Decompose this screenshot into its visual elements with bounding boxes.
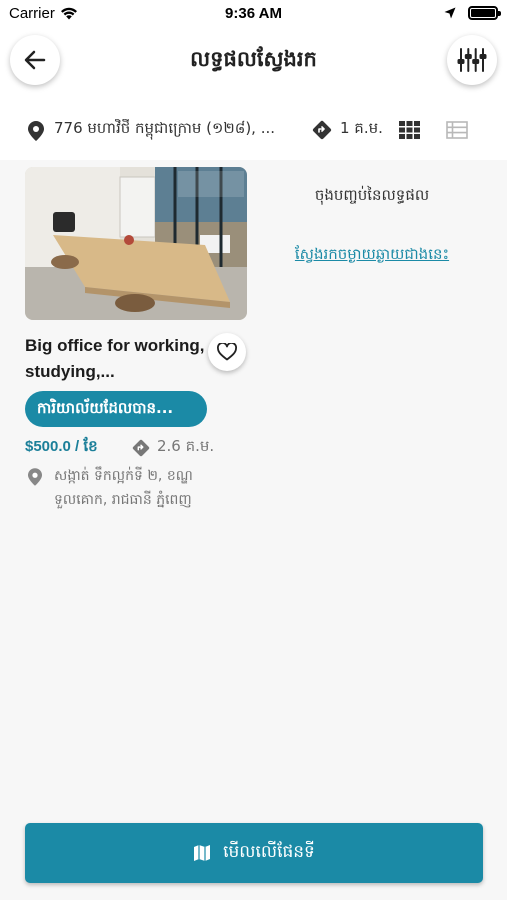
heart-icon <box>217 343 237 361</box>
office-photo-illustration <box>25 167 247 320</box>
end-of-results-text: ចុងបញ្ចប់នៃលទ្ធផល <box>314 186 430 204</box>
listing-price: $500.0 / ខែ <box>25 438 98 455</box>
status-time: 9:36 AM <box>225 5 282 22</box>
directions-icon <box>312 120 332 140</box>
status-right <box>444 6 501 20</box>
back-button[interactable] <box>10 35 60 85</box>
list-view-icon[interactable] <box>446 121 468 139</box>
header: លទ្ធផលស្វែងរក <box>0 28 507 100</box>
location-arrow-icon <box>444 7 456 19</box>
view-on-map-button[interactable]: មើលលើផែនទី <box>25 823 483 883</box>
map-pin-icon <box>28 468 42 486</box>
search-further-link[interactable]: ស្វែងរកចម្ងាយឆ្ងាយជាងនេះ <box>262 245 482 267</box>
location-bar: 776 មហាវិថី កម្ពុជាក្រោម (១២៨), ... 1 គ.… <box>0 100 507 160</box>
listing-card[interactable] <box>25 167 247 320</box>
page-title: លទ្ធផលស្វែងរក <box>190 47 317 71</box>
map-pin-icon <box>28 121 44 141</box>
sliders-icon <box>457 48 487 72</box>
filter-button[interactable] <box>447 35 497 85</box>
battery-icon <box>468 6 501 20</box>
listing-address: សង្កាត់ ទឹកល្អក់ទី ២, ខណ្ឌ ទួលគោក, រាជធា… <box>54 468 193 508</box>
location-address[interactable]: 776 មហាវិថី កម្ពុជាក្រោម (១២៨), ... <box>54 119 294 141</box>
listing-photo[interactable] <box>25 167 247 320</box>
listing-distance: 2.6 គ.ម. <box>157 437 215 455</box>
map-icon <box>194 845 211 861</box>
directions-icon <box>132 439 150 457</box>
grid-view-icon[interactable] <box>399 121 420 139</box>
category-badge: ការិយាល័យដែលបាន... <box>25 391 207 427</box>
view-on-map-label: មើលលើផែនទី <box>223 841 315 862</box>
distance-filter[interactable]: 1 គ.ម. <box>340 119 383 141</box>
status-bar: Carrier 9:36 AM <box>0 0 507 28</box>
arrow-left-icon <box>24 50 46 70</box>
listing-title[interactable]: Big office for working, studying,... <box>25 333 215 385</box>
